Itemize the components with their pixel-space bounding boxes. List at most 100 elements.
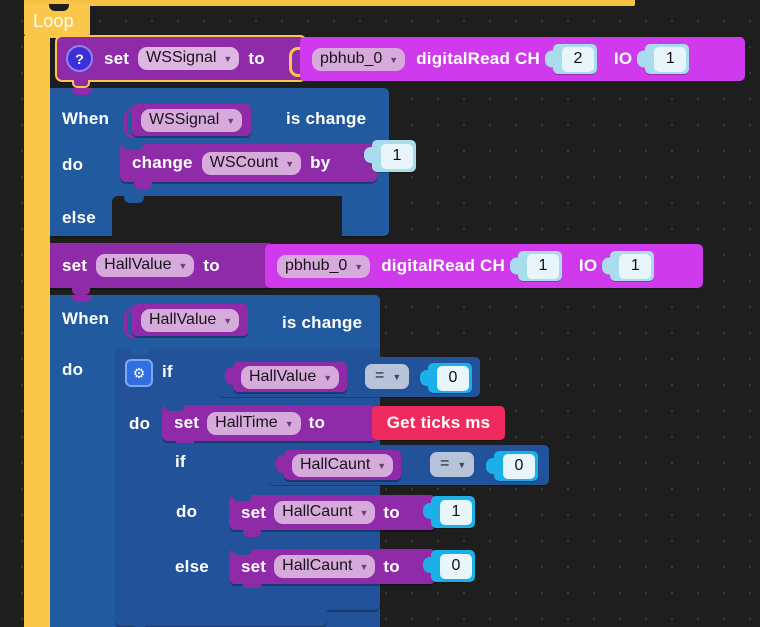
- chevron-down-icon: ▼: [389, 54, 399, 65]
- when-wssignal-variable-block[interactable]: WSSignal ▼: [132, 104, 252, 136]
- set-hallcaunt-do-block[interactable]: set HallCaunt ▼ to: [229, 495, 436, 530]
- hallcaunt-else-variable-name: HallCaunt: [282, 557, 353, 574]
- loop-block-top-bar[interactable]: [24, 0, 635, 6]
- io-label-1: IO: [613, 49, 633, 68]
- hallvalue-compare-dropdown[interactable]: HallValue ▼: [241, 365, 340, 389]
- set-keyword-3: set: [174, 413, 200, 432]
- loop-block-spine[interactable]: [24, 36, 50, 627]
- when-keyword-2: When: [62, 309, 110, 328]
- set-hallvalue-block[interactable]: set HallValue ▼ to: [50, 243, 274, 288]
- if-outer-top-notch: [130, 348, 150, 355]
- operator-symbol-inner: =: [440, 455, 450, 472]
- chevron-down-icon: ▼: [284, 418, 294, 429]
- wscount-value-block[interactable]: 1: [372, 140, 416, 172]
- do-label-2: do: [62, 360, 84, 379]
- when-hallvalue-variable-block[interactable]: HallValue ▼: [132, 304, 249, 336]
- is-change-label-1: is change: [286, 109, 367, 128]
- do-label-1: do: [62, 155, 84, 174]
- ch-value-2[interactable]: 1: [526, 253, 559, 279]
- hallvalue-compare-variable-block[interactable]: HallValue ▼: [233, 362, 348, 392]
- pbhub-device-dropdown-1[interactable]: pbhub_0 ▼: [312, 47, 406, 71]
- to-keyword: to: [248, 48, 265, 68]
- digitalread-block-2[interactable]: pbhub_0 ▼ digitalRead CH 1 IO 1: [265, 244, 703, 288]
- digitalread-label-1: digitalRead CH: [416, 49, 540, 68]
- gear-icon[interactable]: ⚙: [125, 359, 153, 387]
- io-value-block-1[interactable]: 1: [645, 44, 690, 74]
- wscount-value[interactable]: 1: [381, 143, 413, 169]
- chevron-down-icon: ▼: [223, 54, 233, 64]
- operator-dropdown-inner[interactable]: = ▼: [430, 452, 475, 477]
- do-label-inner-if: do: [176, 502, 198, 521]
- pbhub-device-name-1: pbhub_0: [320, 49, 383, 67]
- halltime-variable-name: HallTime: [215, 413, 278, 431]
- get-ticks-ms-block[interactable]: Get ticks ms: [372, 406, 505, 440]
- when-hallvalue-dropdown[interactable]: HallValue ▼: [141, 308, 240, 332]
- compare-value-block-inner[interactable]: 0: [494, 451, 538, 481]
- compare-value-inner[interactable]: 0: [503, 453, 535, 479]
- set-wssignal-block[interactable]: ? set WSSignal ▼ to: [55, 35, 307, 82]
- digitalread-block-1[interactable]: pbhub_0 ▼ digitalRead CH 2 IO 1: [300, 37, 745, 81]
- pbhub-device-name-2: pbhub_0: [285, 256, 348, 274]
- question-mark-icon[interactable]: ?: [66, 45, 93, 72]
- ch-value-block-1[interactable]: 2: [552, 44, 597, 74]
- ch-value-block-2[interactable]: 1: [517, 251, 562, 281]
- hallcaunt-do-variable-dropdown[interactable]: HallCaunt ▼: [274, 501, 376, 524]
- io-value-1[interactable]: 1: [654, 46, 687, 72]
- set-keyword-4: set: [241, 502, 267, 522]
- set-keyword-5: set: [241, 556, 267, 576]
- to-keyword-2: to: [203, 255, 220, 275]
- chevron-down-icon: ▼: [285, 158, 295, 169]
- when-hallvalue-top-notch: [72, 295, 92, 302]
- do-label-outer-if: do: [129, 414, 151, 433]
- hallcaunt-do-value[interactable]: 1: [440, 499, 472, 525]
- set-keyword-2: set: [62, 255, 88, 275]
- if-inner-top-notch: [178, 443, 198, 450]
- chevron-down-icon: ▼: [359, 508, 369, 518]
- blockly-workspace[interactable]: Loop ? set WSSignal ▼ to pbhub_0 ▼ digit…: [0, 0, 760, 627]
- wscount-variable-name: WSCount: [209, 153, 279, 171]
- hallcaunt-else-variable-dropdown[interactable]: HallCaunt ▼: [274, 555, 376, 578]
- when-wssignal-dropdown[interactable]: WSSignal ▼: [141, 108, 243, 132]
- set-keyword: set: [104, 48, 130, 68]
- hallcaunt-else-value[interactable]: 0: [440, 553, 472, 579]
- compare-value-block-outer[interactable]: 0: [428, 363, 472, 393]
- set-hallvalue-bottom-nub: [72, 287, 90, 295]
- wscount-variable-dropdown[interactable]: WSCount ▼: [201, 151, 302, 175]
- hallvalue-variable-dropdown[interactable]: HallValue ▼: [96, 254, 195, 277]
- compare-value-outer[interactable]: 0: [437, 365, 469, 391]
- operator-dropdown-outer[interactable]: = ▼: [365, 364, 410, 389]
- if-label-outer: if: [162, 362, 173, 381]
- halltime-variable-dropdown[interactable]: HallTime ▼: [207, 411, 301, 435]
- io-value-block-2[interactable]: 1: [610, 251, 655, 281]
- hallcaunt-compare-variable-block[interactable]: HallCaunt ▼: [284, 450, 402, 480]
- io-label-2: IO: [578, 256, 598, 275]
- ch-plug-2: [509, 257, 519, 275]
- set-wssignal-bottom-nub: [72, 80, 90, 88]
- set-hallcaunt-else-block[interactable]: set HallCaunt ▼ to: [229, 549, 436, 584]
- io-value-2[interactable]: 1: [619, 253, 652, 279]
- hallvalue-compare-name: HallValue: [249, 367, 317, 385]
- chevron-down-icon: ▼: [323, 372, 333, 383]
- ch-value-1[interactable]: 2: [561, 46, 594, 72]
- chevron-down-icon: ▼: [457, 460, 467, 470]
- set-halltime-block[interactable]: set HallTime ▼ to: [162, 405, 377, 441]
- digitalread-label-2: digitalRead CH: [381, 256, 505, 275]
- hallcaunt-compare-name: HallCaunt: [300, 455, 371, 473]
- set-hallcaunt-do-top-notch: [232, 495, 252, 501]
- when-wssignal-name: WSSignal: [149, 110, 220, 128]
- if-outer-bottom-nub: [130, 620, 148, 627]
- set-hallcaunt-else-top-notch: [232, 549, 252, 555]
- hallvalue-variable-name: HallValue: [104, 256, 172, 273]
- hallcaunt-else-value-block[interactable]: 0: [431, 550, 475, 582]
- else-empty-slot-1[interactable]: [112, 196, 342, 238]
- else-slot-notch-1: [124, 196, 144, 203]
- hallcaunt-do-value-block[interactable]: 1: [431, 496, 475, 528]
- to-keyword-5: to: [383, 556, 400, 576]
- chevron-down-icon: ▼: [226, 115, 236, 126]
- change-wscount-top-notch: [123, 144, 143, 150]
- wssignal-variable-dropdown[interactable]: WSSignal ▼: [138, 47, 240, 70]
- loop-block-label: Loop: [33, 11, 74, 31]
- hallcaunt-compare-dropdown[interactable]: HallCaunt ▼: [292, 453, 394, 477]
- change-wscount-block[interactable]: change WSCount ▼ by: [120, 144, 377, 182]
- pbhub-device-dropdown-2[interactable]: pbhub_0 ▼: [277, 254, 371, 278]
